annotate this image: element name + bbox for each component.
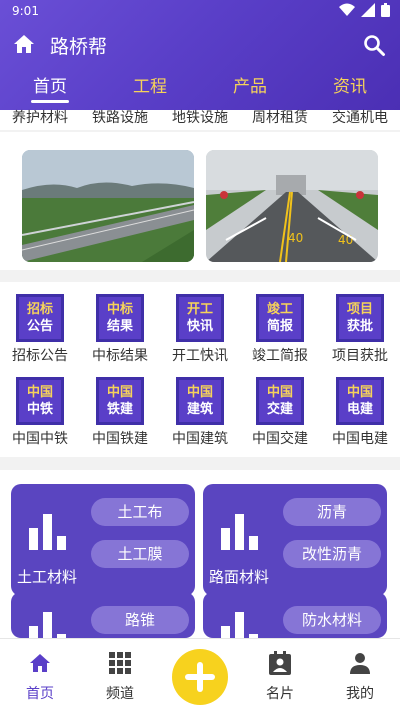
tab-home[interactable]: 首页 [0,72,100,102]
material-pill[interactable]: 防水材料 [283,606,381,634]
powerchina-icon: 中国 电建 [336,377,384,425]
news-item-approval[interactable]: 项目 获批 项目获批 [320,294,400,365]
news-item-cscec[interactable]: 中国 建筑 中国建筑 [160,377,240,448]
winning-icon: 中标 结果 [96,294,144,342]
news-label: 中国建筑 [172,431,228,447]
bar-chart-icon [221,612,258,638]
nav-label: 频道 [106,686,134,702]
home-icon [30,654,50,672]
nav-label: 首页 [26,686,54,702]
main-tabs: 首页 工程 产品 资讯 [0,72,400,102]
material-pill[interactable]: 土工布 [91,498,189,526]
plus-icon [185,662,215,692]
news-item-crcc[interactable]: 中国 铁建 中国铁建 [80,377,160,448]
news-item-start[interactable]: 开工 快讯 开工快讯 [160,294,240,365]
tab-projects[interactable]: 工程 [100,72,200,102]
battery-icon [381,3,390,17]
news-item-bidding[interactable]: 招标 公告 招标公告 [0,294,80,365]
bar-chart-icon [29,514,66,550]
nav-label: 我的 [346,686,374,702]
category-item[interactable]: 地铁设施 [160,110,240,130]
signal-icon [361,3,375,17]
status-icons [339,3,390,17]
wifi-icon [339,3,355,16]
material-title: 路面材料 [209,568,270,586]
news-item-winning[interactable]: 中标 结果 中标结果 [80,294,160,365]
crcc-icon: 中国 铁建 [96,377,144,425]
crec-icon: 中国 中铁 [16,377,64,425]
bar-chart-icon [221,514,258,550]
material-card-pavement[interactable]: 路面材料 沥青 改性沥青 [203,484,387,596]
tab-news[interactable]: 资讯 [300,72,400,102]
materials-section: 土工材料 土工布 土工膜 路面材料 沥青 改性沥青 路锥 防水材料 [0,470,400,638]
app-title: 路桥帮 [50,36,108,58]
add-button[interactable] [172,649,228,705]
status-time: 9:01 [12,4,39,18]
news-label: 开工快讯 [172,348,228,364]
card-icon [269,651,291,675]
road-photo[interactable]: 40 40 [206,150,378,262]
category-item[interactable]: 交通机电 [320,110,400,130]
nav-label: 名片 [266,686,294,702]
material-card-cone[interactable]: 路锥 [11,592,195,638]
news-label: 中国中铁 [12,431,68,447]
material-pill[interactable]: 路锥 [91,606,189,634]
category-item[interactable]: 铁路设施 [80,110,160,130]
person-icon [350,653,370,674]
search-icon[interactable] [362,33,386,57]
completion-icon: 竣工 简报 [256,294,304,342]
news-label: 项目获批 [332,348,388,364]
material-pill[interactable]: 沥青 [283,498,381,526]
category-item[interactable]: 养护材料 [0,110,80,130]
material-card-geotech[interactable]: 土工材料 土工布 土工膜 [11,484,195,596]
category-item[interactable]: 周材租赁 [240,110,320,130]
news-item-crec[interactable]: 中国 中铁 中国中铁 [0,377,80,448]
news-item-cccc[interactable]: 中国 交建 中国交建 [240,377,320,448]
bottom-nav: 首页 频道 名片 我的 [0,638,400,712]
material-card-waterproof[interactable]: 防水材料 [203,592,387,638]
news-label: 中国铁建 [92,431,148,447]
cscec-icon: 中国 建筑 [176,377,224,425]
material-title: 土工材料 [17,568,78,586]
svg-text:40: 40 [288,231,303,245]
bidding-icon: 招标 公告 [16,294,64,342]
news-label: 竣工简报 [252,348,308,364]
news-label: 中国电建 [332,431,388,447]
bar-chart-icon [29,612,66,638]
highway-photo[interactable] [22,150,194,262]
material-pill[interactable]: 改性沥青 [283,540,381,568]
news-label: 招标公告 [12,348,68,364]
cccc-icon: 中国 交建 [256,377,304,425]
category-row: 养护材料 铁路设施 地铁设施 周材租赁 交通机电 [0,110,400,130]
tab-products[interactable]: 产品 [200,72,300,102]
start-icon: 开工 快讯 [176,294,224,342]
home-icon[interactable] [12,32,36,56]
news-label: 中标结果 [92,348,148,364]
banner-photos: 40 40 [0,132,400,270]
news-item-completion[interactable]: 竣工 简报 竣工简报 [240,294,320,365]
material-pill[interactable]: 土工膜 [91,540,189,568]
news-grid-section: 招标 公告 招标公告 中标 结果 中标结果 开工 快讯 开工快讯 竣工 简报 竣工简报 … [0,282,400,457]
app-header: 9:01 路桥帮 首页 工程 产品 资讯 [0,0,400,110]
approval-icon: 项目 获批 [336,294,384,342]
active-tab-indicator [31,100,69,103]
news-label: 中国交建 [252,431,308,447]
news-item-powerchina[interactable]: 中国 电建 中国电建 [320,377,400,448]
grid-icon [109,652,131,674]
